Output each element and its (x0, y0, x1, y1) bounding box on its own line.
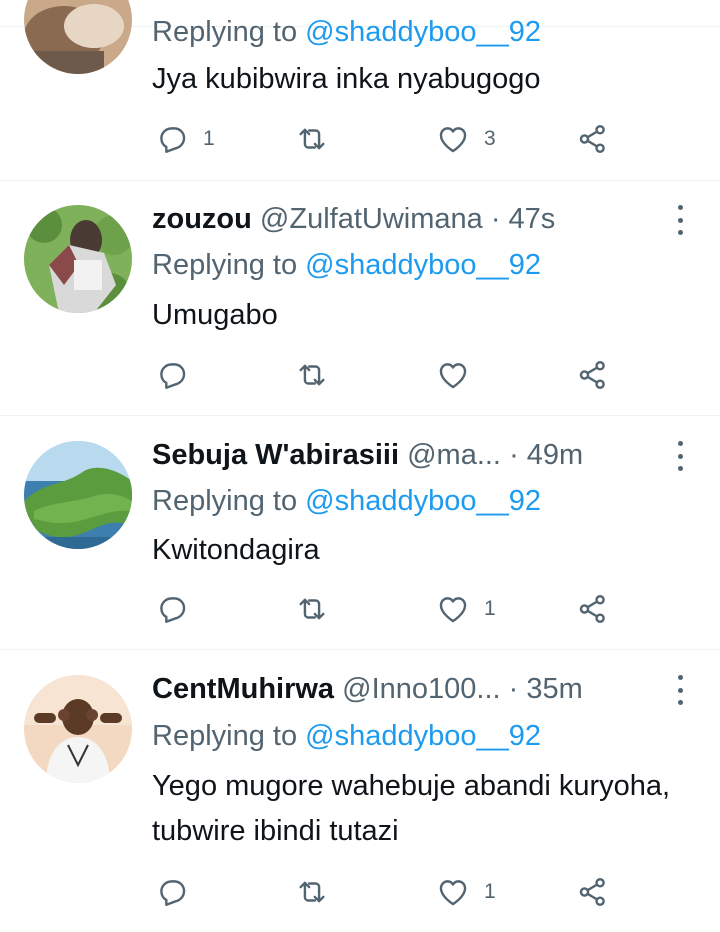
like-icon (439, 597, 467, 623)
avatar[interactable] (24, 0, 132, 74)
share-icon (579, 125, 605, 153)
mention-link[interactable]: @shaddyboo__92 (305, 720, 541, 752)
tweet-text: Umugabo (152, 299, 278, 331)
like-icon (439, 127, 467, 153)
mention-link[interactable]: @shaddyboo__92 (305, 249, 541, 281)
more-icon[interactable] (668, 675, 692, 705)
reply-button[interactable] (155, 589, 203, 629)
tweet-text: Kwitondagira (152, 534, 320, 566)
tweet-actions: 1 3 (152, 119, 632, 159)
avatar[interactable] (24, 441, 132, 549)
retweet-button[interactable] (295, 355, 343, 395)
replying-to: Replying to @shaddyboo__92 (152, 16, 542, 48)
more-icon[interactable] (668, 205, 692, 235)
share-icon (579, 878, 605, 906)
tweet-text: Yego mugore wahebuje abandi kuryoha, tub… (152, 770, 671, 847)
divider (0, 415, 720, 416)
reply-icon (160, 363, 186, 389)
tweet-actions: 1 (152, 872, 632, 912)
more-icon[interactable] (668, 441, 692, 471)
share-button[interactable] (576, 355, 610, 395)
reply-button[interactable]: 1 (155, 119, 215, 159)
share-button[interactable] (576, 872, 610, 912)
like-button[interactable]: 1 (436, 589, 496, 629)
share-button[interactable] (576, 119, 610, 159)
tweet-3[interactable]: Sebuja W'abirasiii @ma... · 49m Replying… (0, 433, 720, 649)
reply-icon (160, 127, 186, 153)
like-button[interactable]: 3 (436, 119, 496, 159)
retweet-icon (299, 364, 325, 386)
display-name[interactable]: zouzou (152, 203, 252, 235)
user-handle[interactable]: @ZulfatUwimana (260, 203, 483, 235)
retweet-icon (299, 881, 325, 903)
retweet-icon (299, 128, 325, 150)
tweet-header: CentMuhirwa @Inno100... · 35m (152, 669, 662, 709)
retweet-icon (299, 598, 325, 620)
replying-to: Replying to @shaddyboo__92 (152, 249, 542, 281)
like-button[interactable]: 1 (436, 872, 496, 912)
retweet-button[interactable] (295, 872, 343, 912)
like-count: 1 (484, 880, 496, 903)
tweet-actions: 1 (152, 589, 632, 629)
timestamp[interactable]: · 47s (491, 203, 555, 235)
share-button[interactable] (576, 589, 610, 629)
tweet-header: zouzou @ZulfatUwimana · 47s (152, 199, 662, 239)
reply-count: 1 (203, 127, 215, 150)
retweet-button[interactable] (295, 119, 343, 159)
reply-button[interactable] (155, 355, 203, 395)
user-handle[interactable]: @ma... (407, 439, 501, 471)
tweet-header: Sebuja W'abirasiii @ma... · 49m (152, 435, 662, 475)
reply-icon (160, 880, 186, 906)
tweet-4[interactable]: CentMuhirwa @Inno100... · 35m Replying t… (0, 667, 720, 932)
share-icon (579, 361, 605, 389)
display-name[interactable]: CentMuhirwa (152, 673, 334, 705)
divider (0, 180, 720, 181)
reply-button[interactable] (155, 872, 203, 912)
replying-to: Replying to @shaddyboo__92 (152, 485, 542, 517)
like-button[interactable] (436, 355, 484, 395)
display-name[interactable]: Sebuja W'abirasiii (152, 439, 399, 471)
timestamp[interactable]: · 35m (509, 673, 583, 705)
user-handle[interactable]: @Inno100... (342, 673, 500, 705)
tweet-text: Jya kubibwira inka nyabugogo (152, 63, 541, 95)
like-icon (439, 880, 467, 906)
divider (0, 649, 720, 650)
timestamp[interactable]: · 49m (509, 439, 583, 471)
mention-link[interactable]: @shaddyboo__92 (305, 16, 541, 48)
avatar[interactable] (24, 205, 132, 313)
share-icon (579, 595, 605, 623)
like-count: 3 (484, 127, 496, 150)
avatar[interactable] (24, 675, 132, 783)
tweet-1[interactable]: Replying to @shaddyboo__92 Jya kubibwira… (0, 0, 720, 180)
tweet-2[interactable]: zouzou @ZulfatUwimana · 47s Replying to … (0, 197, 720, 415)
replying-to: Replying to @shaddyboo__92 (152, 720, 542, 752)
retweet-button[interactable] (295, 589, 343, 629)
like-icon (439, 363, 467, 389)
tweet-actions (152, 355, 632, 395)
reply-icon (160, 597, 186, 623)
mention-link[interactable]: @shaddyboo__92 (305, 485, 541, 517)
like-count: 1 (484, 597, 496, 620)
